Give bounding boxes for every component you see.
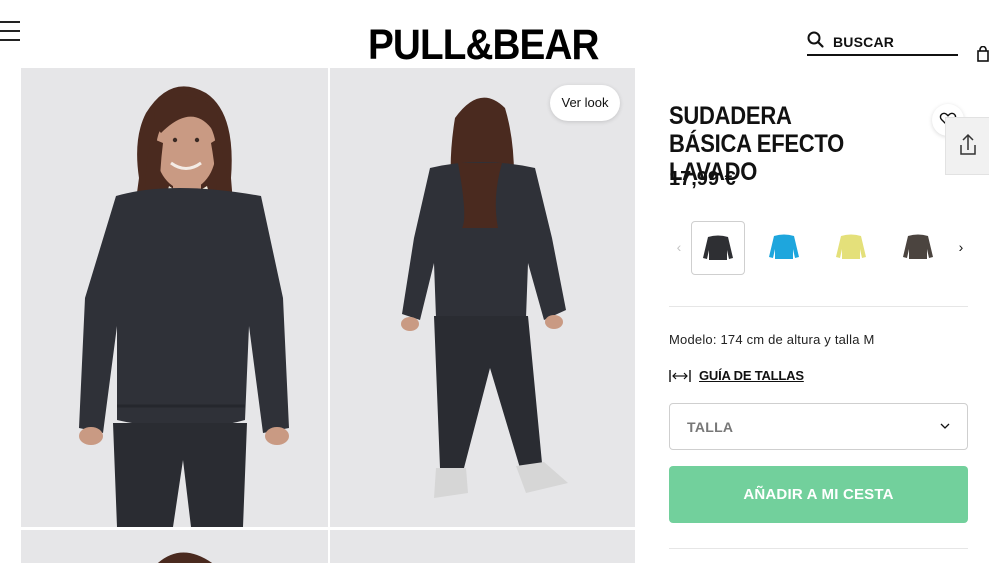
product-price: 17,99 € xyxy=(669,168,736,190)
sweater-thumbnail xyxy=(903,234,933,259)
product-photo-back[interactable] xyxy=(330,68,635,527)
model-back-illustration xyxy=(330,68,635,527)
divider xyxy=(669,306,968,307)
size-select[interactable]: TALLA xyxy=(669,403,968,450)
product-photo-detail-2[interactable] xyxy=(330,530,635,563)
search-input[interactable]: BUSCAR xyxy=(807,31,958,56)
model-front-illustration xyxy=(21,68,328,527)
model-info: Modelo: 174 cm de altura y talla M xyxy=(669,332,875,347)
share-icon xyxy=(960,133,976,155)
menu-line xyxy=(0,39,20,41)
product-gallery: Ver look xyxy=(21,68,635,563)
search-label: BUSCAR xyxy=(833,34,895,50)
color-swatch-azul[interactable] xyxy=(758,221,810,273)
chevron-left-icon[interactable]: ‹ xyxy=(672,239,686,255)
divider xyxy=(669,548,968,549)
search-icon xyxy=(807,31,824,48)
menu-icon[interactable] xyxy=(0,21,20,43)
menu-line xyxy=(0,30,20,32)
size-guide-label: GUÍA DE TALLAS xyxy=(699,368,804,383)
share-button[interactable] xyxy=(945,117,989,175)
product-photo-detail[interactable] xyxy=(21,530,328,563)
photo-detail-illustration xyxy=(21,530,328,563)
color-swatch-negro[interactable] xyxy=(691,221,745,275)
chevron-right-icon[interactable]: › xyxy=(954,239,968,255)
add-to-cart-label: AÑADIR A MI CESTA xyxy=(743,486,894,503)
color-swatch-marron[interactable] xyxy=(892,221,944,273)
color-selector: ‹ › xyxy=(669,221,969,275)
add-to-cart-button[interactable]: AÑADIR A MI CESTA xyxy=(669,466,968,523)
sweater-thumbnail xyxy=(836,234,866,259)
color-swatch-amarillo[interactable] xyxy=(825,221,877,273)
photo-detail-2-illustration xyxy=(330,530,635,563)
bag-icon[interactable] xyxy=(977,46,989,62)
brand-logo[interactable]: PULL&BEAR xyxy=(368,21,599,69)
size-select-label: TALLA xyxy=(687,419,734,435)
product-photo-front[interactable] xyxy=(21,68,328,527)
ruler-icon xyxy=(669,370,691,382)
sweater-thumbnail xyxy=(703,235,733,260)
menu-line xyxy=(0,21,20,23)
ver-look-button[interactable]: Ver look xyxy=(550,85,620,121)
sweater-thumbnail xyxy=(769,234,799,259)
chevron-down-icon xyxy=(940,423,950,429)
